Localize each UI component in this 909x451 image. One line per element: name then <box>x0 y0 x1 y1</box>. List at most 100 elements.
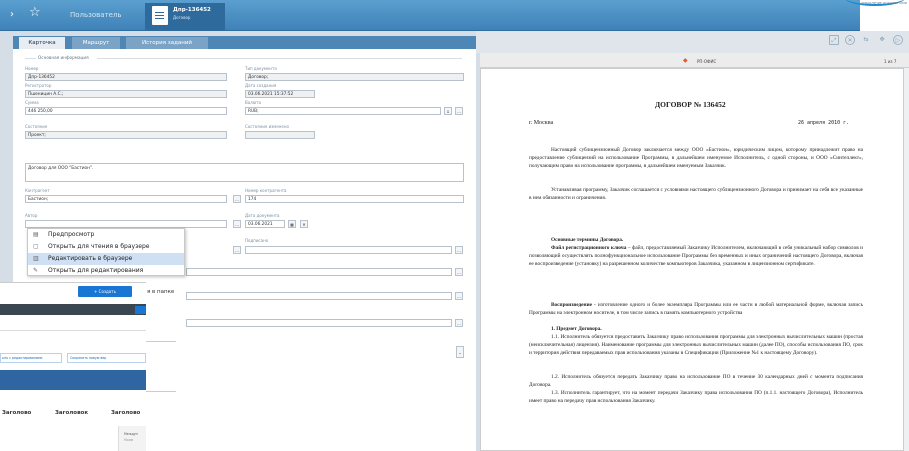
currency-label: Валюта <box>245 100 261 105</box>
document-date: 26 апреля 2010 г. <box>798 120 850 126</box>
subject-field[interactable]: Договор для ООО "Бастион". <box>25 163 464 182</box>
menu-item-label: Редактировать в браузере <box>48 255 133 262</box>
counterparty-label: Контрагент <box>25 188 50 193</box>
state-field[interactable]: Проект; <box>25 131 227 139</box>
rp-office-logo-icon: ◆ <box>683 57 688 64</box>
document-city: г. Москва <box>529 120 554 126</box>
overlay-banner <box>0 370 146 390</box>
preview-icon: ▤ <box>33 231 39 238</box>
edit-icon: ▥ <box>33 255 39 262</box>
side-item[interactable]: Моим <box>124 438 133 442</box>
signed-select-button[interactable]: … <box>233 246 241 254</box>
extra-more-button-3[interactable]: … <box>455 319 463 327</box>
doc-date-field[interactable]: 03.06.2021 <box>245 220 285 228</box>
document-section-heading: Основные термины Договора. <box>551 237 624 243</box>
move-icon[interactable]: ✥ <box>877 35 887 45</box>
folder-text: я в папке <box>147 289 175 295</box>
arrow-down-icon[interactable]: ⇓ <box>444 107 452 115</box>
doc-date-label: Дата документа <box>245 213 280 218</box>
open-with-edit-button[interactable]: ыть с редактированием <box>0 353 62 363</box>
state-changed-label: Состояние изменено <box>245 124 289 129</box>
document-paragraph: 1.3. Исполнитель гарантирует, что на мом… <box>529 390 863 405</box>
clear-icon[interactable]: ✕ <box>300 220 308 228</box>
counterparty-select-button[interactable]: … <box>233 195 241 203</box>
created-label: Дата создания <box>245 83 277 88</box>
document-paragraph: Настоящий сублицензионный Договор заключ… <box>529 147 863 170</box>
contract-num-field[interactable]: 174 <box>245 195 464 203</box>
created-field[interactable]: 03.06.2021 15:37:52 <box>245 90 315 98</box>
side-item[interactable]: Междун <box>124 432 138 436</box>
state-changed-field[interactable] <box>245 131 315 139</box>
type-label: Тип документа <box>245 66 277 71</box>
counterparty-field[interactable]: Бастион; <box>25 195 227 203</box>
extra-field-1[interactable] <box>186 268 452 276</box>
signed-label: Подписано <box>245 238 269 243</box>
extra-more-button-1[interactable]: … <box>455 268 463 276</box>
tab-card[interactable]: Карточка <box>19 37 65 49</box>
author-field[interactable] <box>25 220 227 228</box>
document-section-heading: 1. Предмет Договора. <box>551 326 602 332</box>
menu-item-label: Открыть для чтения в браузере <box>48 243 150 250</box>
term-name: Файл регистрационного ключа <box>551 245 627 251</box>
chevron-right-icon[interactable]: › <box>10 9 14 20</box>
column-header[interactable]: Заголовок <box>55 410 88 416</box>
extra-field-2[interactable] <box>186 292 452 300</box>
overlay-toolbar-button[interactable] <box>135 306 146 314</box>
document-icon <box>152 6 168 25</box>
registrar-label: Регистратор <box>25 83 52 88</box>
create-button[interactable]: + Создать <box>78 286 132 297</box>
sum-label: Сумма <box>25 100 39 105</box>
number-field[interactable]: Дпр-136452 <box>25 73 227 81</box>
expand-icon[interactable]: ⤢ <box>829 35 839 45</box>
divider <box>146 341 176 342</box>
column-header[interactable]: Заголово <box>111 410 140 416</box>
menu-item-open-for-edit[interactable]: ✎ Открыть для редактирования <box>28 265 184 276</box>
currency-field[interactable]: RUB; <box>245 107 441 115</box>
tab-history[interactable]: История заданий <box>126 37 208 49</box>
tab-route[interactable]: Маршрут <box>72 37 120 49</box>
menu-item-label: Предпросмотр <box>48 231 95 238</box>
author-label: Автор <box>25 213 38 218</box>
contract-num-label: Номер контрагента <box>245 188 287 193</box>
author-select-button[interactable]: … <box>233 220 241 228</box>
divider <box>146 391 176 392</box>
viewer-logo-text: РП-ОФИС <box>697 59 717 64</box>
type-field[interactable]: Договор; <box>245 73 464 81</box>
extra-field-3[interactable] <box>186 319 452 327</box>
star-icon[interactable]: ☆ <box>29 5 41 20</box>
page-counter: 1 из 7 <box>884 59 897 64</box>
divider <box>25 58 36 59</box>
expand-chevron-icon[interactable]: ⌄ <box>456 346 464 358</box>
save-new-version-button[interactable]: Сохранить новую вер <box>67 353 146 363</box>
signed-field[interactable] <box>245 246 452 254</box>
brand-text: УПРАВЛЕНИЕ ДОКУМЕНТАМИ <box>861 1 907 5</box>
menu-item-preview[interactable]: ▤ Предпросмотр <box>28 229 184 241</box>
calendar-icon[interactable]: ▦ <box>288 220 296 228</box>
signed-more-button[interactable]: … <box>455 246 463 254</box>
document-tab-type: Договор <box>173 15 191 20</box>
menu-item-read-in-browser[interactable]: ▢ Открыть для чтения в браузере <box>28 241 184 253</box>
more-button[interactable]: … <box>455 107 463 115</box>
open-edit-icon: ✎ <box>33 267 39 274</box>
number-label: Номер <box>25 66 39 71</box>
document-paragraph: Устанавливая программу, Заказчик соглаша… <box>529 187 863 202</box>
registrar-field[interactable]: Пшеницин А.С.; <box>25 90 227 98</box>
section-title: Основная информация <box>38 55 89 60</box>
extra-more-button-2[interactable]: … <box>455 292 463 300</box>
document-paragraph: Файл регистрационного ключа – файл, пред… <box>529 244 863 269</box>
viewer-toolbar <box>476 31 909 53</box>
document-paragraph: Воспроизведение - изготовление одного и … <box>529 301 863 317</box>
play-icon[interactable]: ▷ <box>893 35 903 45</box>
viewer-scrollbar[interactable] <box>904 68 909 451</box>
viewer-header <box>480 53 909 68</box>
read-icon: ▢ <box>33 243 39 250</box>
sum-field[interactable]: 446 250,00 <box>25 107 227 115</box>
close-icon[interactable]: ✕ <box>845 35 855 45</box>
menu-item-edit-in-browser[interactable]: ▥ Редактировать в браузере <box>28 253 184 265</box>
top-header <box>0 0 909 31</box>
column-header[interactable]: Заголово <box>2 410 31 416</box>
divider <box>0 330 146 331</box>
user-tab[interactable]: Пользователь <box>70 11 122 19</box>
term-name: Воспроизведение <box>551 302 592 308</box>
swap-icon[interactable]: ⇆ <box>861 35 871 45</box>
